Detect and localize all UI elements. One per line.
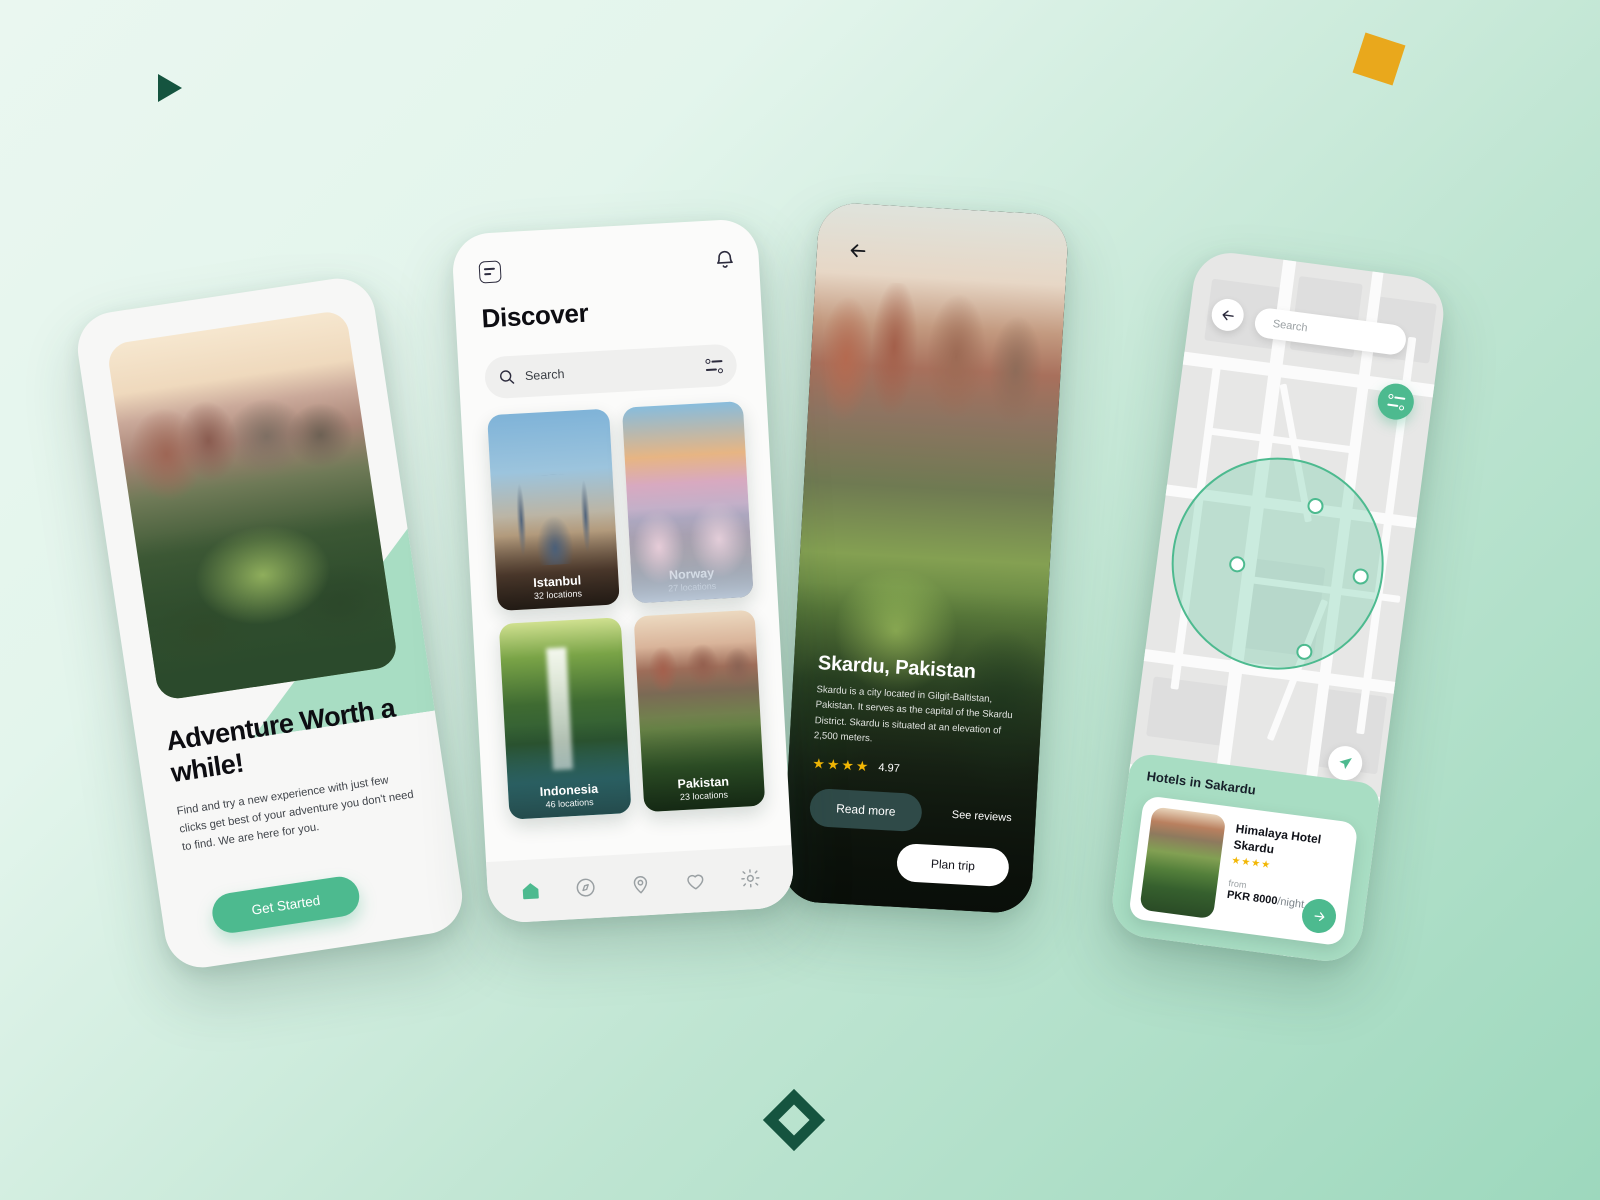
- onboarding-copy: Adventure Worth a while! Find and try a …: [164, 691, 425, 857]
- hotel-thumbnail: [1139, 806, 1227, 920]
- page-title: Discover: [480, 297, 589, 334]
- detail-actions: Read more See reviews: [808, 787, 1013, 837]
- destination-card-istanbul[interactable]: Istanbul 32 locations: [487, 408, 620, 612]
- home-icon: [523, 883, 540, 900]
- card-caption: Norway 27 locations: [630, 564, 753, 596]
- search-icon: [1265, 317, 1267, 330]
- nav-item-places[interactable]: [627, 871, 654, 898]
- discover-screen: Discover Istanbul 32 locations Norway 27…: [450, 217, 796, 925]
- rating-row: ★★★★ 4.97: [812, 755, 1015, 783]
- get-started-button[interactable]: Get Started: [209, 874, 362, 936]
- search-input[interactable]: [524, 359, 707, 384]
- navigation-arrow-icon: [1339, 757, 1352, 770]
- nav-item-saved[interactable]: [682, 868, 709, 895]
- destination-card-pakistan[interactable]: Pakistan 23 locations: [633, 609, 766, 813]
- detail-content: Skardu, Pakistan Skardu is a city locate…: [781, 651, 1045, 915]
- destination-detail-screen: Skardu, Pakistan Skardu is a city locate…: [780, 201, 1070, 915]
- filter-icon: [1386, 393, 1405, 411]
- nav-item-home[interactable]: [517, 877, 544, 904]
- onboarding-hero-image: [106, 309, 399, 702]
- bell-icon[interactable]: [714, 248, 735, 270]
- arrow-left-icon: [1222, 309, 1234, 320]
- decorative-diamond: [762, 1088, 826, 1152]
- plan-trip-button[interactable]: Plan trip: [895, 842, 1010, 888]
- arrow-right-icon: [1314, 911, 1324, 921]
- rating-score: 4.97: [878, 761, 901, 775]
- search-icon: [499, 370, 515, 384]
- discover-topbar: [478, 247, 736, 284]
- note-list-icon[interactable]: [478, 260, 502, 284]
- onboarding-screen: Adventure Worth a while! Find and try a …: [72, 273, 468, 973]
- hotel-price-unit: /night: [1276, 895, 1305, 912]
- destination-card-indonesia[interactable]: Indonesia 46 locations: [498, 617, 632, 820]
- map-screen: Hotels in Sakardu Himalaya Hotel Skardu …: [1108, 248, 1448, 966]
- heart-icon: [687, 874, 704, 890]
- nav-item-explore[interactable]: [572, 874, 599, 901]
- filter-icon[interactable]: [705, 358, 724, 373]
- decorative-square: [1352, 32, 1406, 86]
- hotel-card[interactable]: Himalaya Hotel Skardu ★★★★ from PKR 8000…: [1128, 795, 1359, 947]
- bottom-navigation: [486, 845, 796, 925]
- search-bar[interactable]: [483, 343, 738, 400]
- back-button[interactable]: [846, 239, 869, 262]
- star-rating-icons: ★★★★: [811, 755, 871, 775]
- location-pin-icon: [633, 876, 648, 894]
- destination-grid: Istanbul 32 locations Norway 27 location…: [487, 401, 766, 820]
- gear-icon: [740, 869, 760, 888]
- destination-card-norway[interactable]: Norway 27 locations: [621, 401, 754, 604]
- see-reviews-link[interactable]: See reviews: [951, 809, 1011, 824]
- detail-description: Skardu is a city located in Gilgit-Balti…: [813, 684, 1013, 745]
- search-radius-circle: [1158, 444, 1397, 683]
- hotels-panel: Hotels in Sakardu Himalaya Hotel Skardu …: [1108, 752, 1382, 966]
- compass-icon: [576, 878, 595, 897]
- read-more-button[interactable]: Read more: [808, 787, 923, 833]
- decorative-triangle: [158, 74, 182, 102]
- destination-name: Norway: [668, 565, 715, 583]
- nav-item-settings[interactable]: [736, 865, 763, 892]
- destination-locations: 27 locations: [667, 580, 717, 594]
- card-gradient: [621, 401, 754, 604]
